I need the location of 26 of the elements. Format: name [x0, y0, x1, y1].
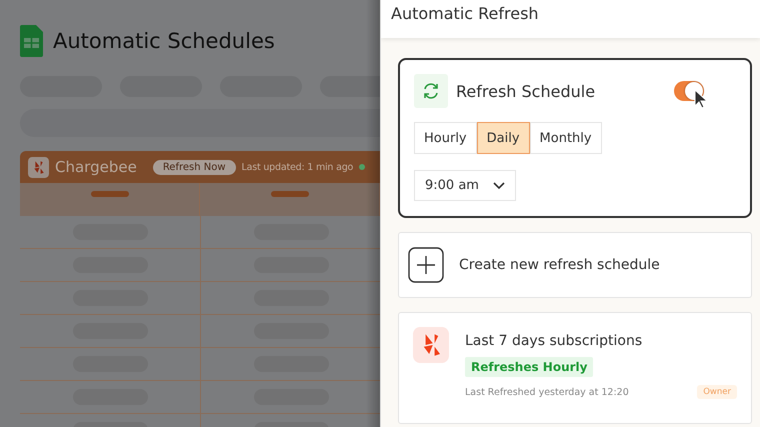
- source-name: Chargebee: [55, 158, 137, 176]
- frequency-tab[interactable]: Monthly: [530, 122, 602, 154]
- refresh-now-button[interactable]: Refresh Now: [152, 160, 236, 174]
- schedule-name: Last 7 days subscriptions: [465, 333, 644, 349]
- frequency-label: Refreshes Hourly: [465, 357, 594, 377]
- chevron-down-icon: [492, 182, 505, 190]
- page-title: Automatic Schedules: [53, 29, 275, 53]
- refresh-icon: [414, 74, 448, 108]
- create-schedule-button[interactable]: Create new refresh schedule: [398, 232, 752, 298]
- role-tag: Owner: [697, 385, 737, 399]
- spreadsheet-icon: [20, 25, 43, 57]
- last-refreshed-text: Last Refreshed yesterday at 12:20: [465, 386, 629, 398]
- logo-icon: [28, 156, 49, 178]
- plus-icon: [408, 247, 444, 283]
- logo-icon: [413, 327, 449, 363]
- column-header-placeholder: [90, 191, 128, 197]
- frequency-tab[interactable]: Hourly: [414, 122, 477, 154]
- cursor-icon: [694, 89, 708, 109]
- schedule-item[interactable]: Last 7 days subscriptions Refreshes Hourly Last Refreshed yesterday at 12:20 Owner: [398, 312, 752, 424]
- time-dropdown[interactable]: 9:00 am: [414, 170, 516, 201]
- last-updated-text: Last updated: 1 min ago: [242, 162, 354, 172]
- card-title: Refresh Schedule: [456, 82, 596, 100]
- status-dot: [359, 164, 366, 170]
- frequency-tab[interactable]: Daily: [476, 122, 530, 154]
- column-header-placeholder: [270, 191, 308, 197]
- panel-title: Automatic Refresh: [391, 4, 540, 23]
